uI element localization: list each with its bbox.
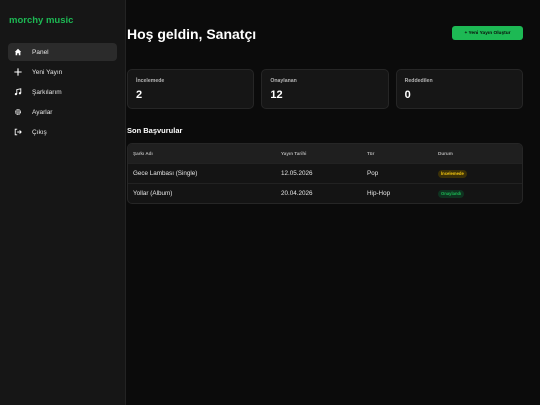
stats-row: İncelemede 2 Onaylanan 12 Reddedilen 0 — [127, 69, 523, 109]
table-row[interactable]: Yollar (Album) 20.04.2026 Hip-Hop Onayla… — [128, 183, 522, 203]
section-title-recent: Son Başvurular — [127, 126, 183, 135]
status-badge: Onaylandı — [438, 189, 465, 198]
sidebar-item-new-release[interactable]: Yeni Yayın — [8, 63, 117, 81]
cell-song-name: Gece Lambası (Single) — [133, 170, 198, 177]
cell-status: Onaylandı — [438, 189, 522, 198]
gear-icon — [13, 107, 23, 117]
status-badge: İncelemede — [438, 169, 467, 178]
column-header-date: Yayın Tarihi — [281, 151, 307, 156]
column-header-song: Şarkı Adı — [133, 151, 153, 156]
sidebar-item-label: Panel — [32, 48, 49, 56]
music-note-icon — [13, 87, 23, 97]
sidebar: morchy music Panel Yeni Yayın Şarkılarım… — [0, 0, 126, 405]
stat-value: 0 — [404, 89, 411, 101]
page-header: Hoş geldin, Sanatçı + Yeni Yayın Oluştur — [127, 24, 523, 42]
table-row[interactable]: Gece Lambası (Single) 12.05.2026 Pop İnc… — [128, 163, 522, 183]
home-icon — [13, 47, 23, 57]
stat-card-approved: Onaylanan 12 — [261, 69, 389, 109]
cell-status: İncelemede — [438, 169, 522, 178]
stat-card-pending: İncelemede 2 — [127, 69, 255, 109]
stat-label: Reddedilen — [404, 78, 433, 84]
app-root: morchy music Panel Yeni Yayın Şarkılarım… — [0, 0, 540, 405]
cell-release-date: 12.05.2026 — [281, 170, 313, 177]
stat-value: 2 — [136, 89, 143, 101]
submissions-table: Şarkı Adı Yayın Tarihi Tür Durum Gece La… — [127, 143, 523, 204]
sidebar-item-label: Çıkış — [32, 128, 47, 136]
cell-song-name: Yollar (Album) — [133, 190, 173, 197]
table-header: Şarkı Adı Yayın Tarihi Tür Durum — [128, 144, 522, 163]
sidebar-item-label: Yeni Yayın — [32, 68, 63, 76]
create-release-button[interactable]: + Yeni Yayın Oluştur — [452, 26, 523, 40]
column-header-status: Durum — [438, 151, 453, 156]
sidebar-item-label: Şarkılarım — [32, 88, 62, 96]
plus-icon — [13, 67, 23, 77]
page-title: Hoş geldin, Sanatçı — [127, 26, 257, 42]
logout-icon — [13, 127, 23, 137]
cell-genre: Pop — [367, 170, 379, 177]
column-header-genre: Tür — [367, 151, 375, 156]
sidebar-item-panel[interactable]: Panel — [8, 43, 117, 61]
brand-logo[interactable]: morchy music — [8, 15, 117, 26]
stat-label: İncelemede — [136, 78, 165, 84]
cell-genre: Hip-Hop — [367, 190, 391, 197]
sidebar-item-label: Ayarlar — [32, 108, 53, 116]
sidebar-item-settings[interactable]: Ayarlar — [8, 103, 117, 121]
stat-value: 12 — [270, 89, 283, 101]
cell-release-date: 20.04.2026 — [281, 190, 313, 197]
sidebar-item-logout[interactable]: Çıkış — [8, 123, 117, 141]
stat-label: Onaylanan — [270, 78, 297, 84]
sidebar-item-songs[interactable]: Şarkılarım — [8, 83, 117, 101]
stat-card-rejected: Reddedilen 0 — [395, 69, 523, 109]
main-content: Hoş geldin, Sanatçı + Yeni Yayın Oluştur… — [126, 0, 540, 405]
